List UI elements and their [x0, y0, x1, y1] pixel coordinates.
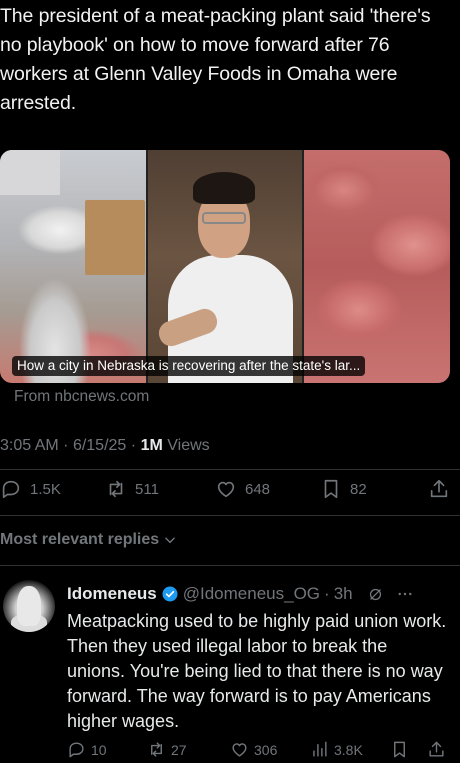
repost-icon	[151, 742, 162, 757]
reply-button[interactable]: 1.5K	[0, 478, 61, 500]
card-image-president	[148, 150, 302, 383]
reply-icon	[69, 742, 84, 758]
reply-like-button[interactable]: 306	[230, 740, 277, 759]
reply-header: Idomeneus @Idomeneus_OG · 3h	[67, 584, 414, 604]
reply-views-count: 3.8K	[334, 741, 363, 758]
views-icon	[313, 741, 327, 757]
more-icon[interactable]	[396, 585, 414, 603]
card-image-workers	[0, 150, 146, 383]
link-card[interactable]	[0, 150, 450, 383]
tweet-time[interactable]: 3:05 AM	[0, 437, 59, 454]
replies-sort-dropdown[interactable]: Most relevant replies	[0, 531, 177, 549]
bookmark-count: 82	[350, 480, 367, 498]
tweet-actions: 1.5K 511 648 82	[0, 478, 460, 504]
views-label: Views	[167, 437, 210, 454]
divider	[0, 515, 460, 516]
reply-like-count: 306	[254, 741, 278, 758]
tweet-text: The president of a meat-packing plant sa…	[0, 5, 431, 114]
bookmark-button[interactable]: 82	[320, 478, 367, 500]
reply-repost-count: 27	[171, 741, 187, 758]
replies-sort-label: Most relevant replies	[0, 531, 160, 548]
reply-bookmark-button[interactable]	[390, 740, 409, 759]
reply-age[interactable]: 3h	[334, 584, 353, 604]
card-image-meat	[304, 150, 450, 383]
reply-text: Meatpacking used to be highly paid union…	[67, 611, 447, 731]
chevron-down-icon	[165, 537, 175, 544]
avatar[interactable]	[3, 580, 55, 632]
divider	[0, 469, 460, 470]
reply-count: 1.5K	[30, 480, 61, 498]
reply-actions: 10 27 306 3.8K	[67, 740, 457, 762]
share-icon	[430, 479, 448, 498]
like-icon	[232, 743, 247, 757]
like-button[interactable]: 648	[215, 478, 270, 500]
reply-reply-count: 10	[91, 741, 107, 758]
card-source[interactable]: From nbcnews.com	[14, 388, 149, 406]
verified-badge-icon	[162, 586, 178, 602]
tweet-date[interactable]: 6/15/25	[73, 437, 126, 454]
like-icon	[217, 481, 235, 498]
like-count: 648	[245, 480, 271, 498]
bookmark-icon	[324, 479, 338, 499]
views-count: 1M	[140, 437, 163, 454]
repost-count: 511	[135, 480, 159, 498]
card-caption[interactable]: How a city in Nebraska is recovering aft…	[12, 356, 366, 376]
bookmark-icon	[394, 741, 405, 758]
share-icon	[429, 741, 444, 757]
grok-icon[interactable]	[367, 586, 384, 603]
reply-author-name[interactable]: Idomeneus	[67, 584, 157, 604]
reply-views-button[interactable]: 3.8K	[310, 740, 363, 759]
repost-icon	[109, 480, 123, 498]
repost-button[interactable]: 511	[105, 478, 159, 500]
reply-repost-button[interactable]: 27	[147, 740, 187, 759]
reply-icon	[2, 480, 20, 499]
divider	[0, 565, 460, 566]
reply-reply-button[interactable]: 10	[67, 740, 107, 759]
reply-author-handle[interactable]: @Idomeneus_OG	[183, 584, 320, 604]
share-button[interactable]	[428, 478, 450, 500]
reply-share-button[interactable]	[427, 740, 446, 759]
tweet-meta: 3:05 AM · 6/15/25 · 1M Views	[0, 437, 210, 454]
